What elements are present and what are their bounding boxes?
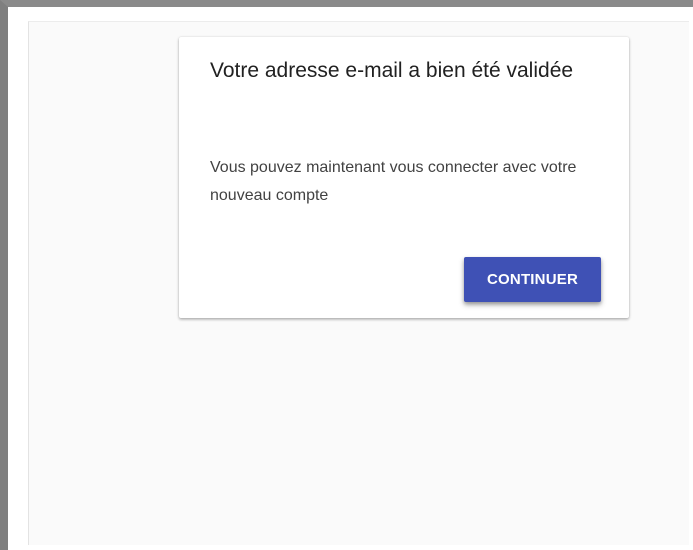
card-title: Votre adresse e-mail a bien été validée (210, 59, 574, 82)
email-validated-card: Votre adresse e-mail a bien été validée … (179, 37, 629, 318)
continue-button[interactable]: CONTINUER (464, 257, 601, 302)
page-viewport: Votre adresse e-mail a bien été validée … (28, 21, 689, 545)
card-message: Vous pouvez maintenant vous connecter av… (210, 159, 577, 204)
